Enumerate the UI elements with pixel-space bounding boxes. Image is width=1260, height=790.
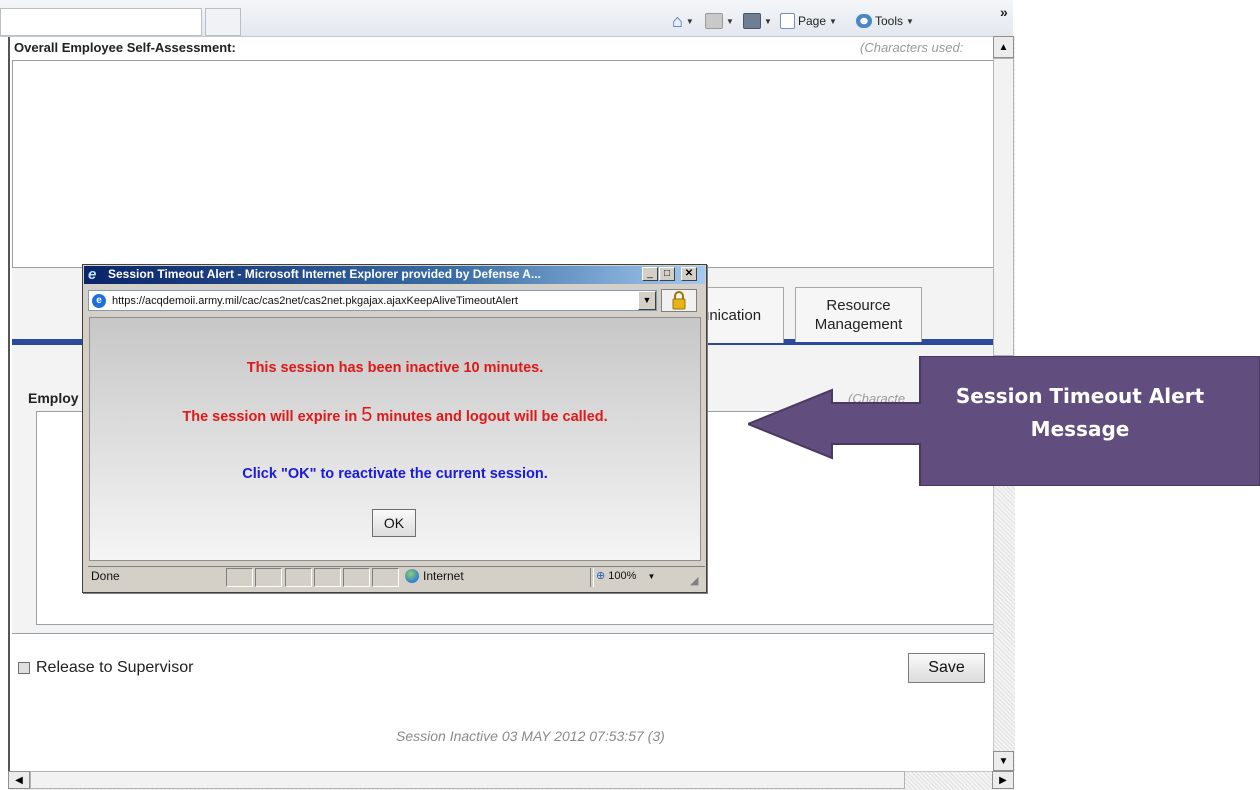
release-to-supervisor[interactable]: Release to Supervisor — [18, 659, 193, 677]
popup-address-bar[interactable]: e https://acqdemoii.army.mil/cac/cas2net… — [88, 290, 657, 311]
status-text: Done — [91, 569, 120, 583]
status-pane — [255, 568, 282, 587]
home-icon: ⌂ — [672, 10, 683, 31]
address-segment[interactable] — [0, 8, 202, 36]
lock-glyph — [672, 291, 686, 310]
popup-url: https://acqdemoii.army.mil/cac/cas2net/c… — [112, 294, 518, 307]
page-icon — [780, 13, 795, 29]
scroll-up-arrow-icon[interactable]: ▲ — [993, 36, 1014, 58]
tab-resource-label-line1: Resource — [826, 297, 891, 314]
page-menu-label: Page — [798, 14, 827, 28]
expire-message-pre: The session will expire in — [182, 409, 362, 425]
lock-icon[interactable] — [661, 289, 697, 312]
zone-label: Internet — [423, 569, 464, 583]
expire-message: The session will expire in 5 minutes and… — [89, 404, 701, 427]
chevron-down-icon: ▼ — [685, 16, 694, 26]
scroll-down-arrow-icon[interactable]: ▼ — [993, 751, 1014, 771]
self-assessment-label: Overall Employee Self-Assessment: — [14, 40, 236, 55]
tools-menu-label: Tools — [875, 14, 904, 28]
divider — [12, 633, 993, 634]
self-assessment-textarea[interactable] — [12, 60, 994, 268]
address-segment-small[interactable] — [205, 8, 241, 36]
globe-icon — [405, 569, 419, 583]
security-zone: Internet — [405, 569, 464, 583]
gear-icon — [856, 14, 872, 28]
address-dropdown-icon[interactable]: ▼ — [638, 291, 656, 310]
maximize-icon[interactable]: □ — [659, 267, 675, 281]
expire-message-post: minutes and logout will be called. — [372, 409, 608, 425]
callout-line2: Message — [1030, 417, 1130, 441]
page-menu[interactable]: Page ▼ — [780, 12, 837, 30]
feeds-button[interactable]: ▼ — [705, 12, 734, 30]
employee-section-label: Employ — [28, 390, 79, 406]
status-pane — [314, 568, 341, 587]
session-inactive-status: Session Inactive 03 MAY 2012 07:53:57 (3… — [396, 728, 665, 744]
minimize-icon[interactable]: _ — [642, 267, 658, 281]
print-icon — [743, 13, 761, 29]
scroll-left-arrow-icon[interactable]: ◀ — [8, 771, 30, 789]
release-checkbox[interactable] — [18, 662, 30, 674]
tab-communication-label: unication — [701, 307, 762, 324]
characters-used-counter: (Characters used: — [860, 40, 964, 55]
zoom-icon: ⊕ — [596, 570, 606, 582]
ie-logo-icon: e — [88, 266, 97, 283]
reactivate-message: Click "OK" to reactivate the current ses… — [242, 466, 548, 482]
scroll-right-arrow-icon[interactable]: ▶ — [992, 771, 1014, 789]
print-button[interactable]: ▼ — [743, 12, 772, 30]
zoom-level: 100% — [608, 570, 637, 582]
expire-minutes: 5 — [361, 404, 373, 426]
chevron-down-icon: ▼ — [764, 16, 772, 26]
tab-resource-management[interactable]: Resource Management — [795, 287, 922, 342]
ok-button[interactable]: OK — [372, 509, 416, 537]
inactive-message: This session has been inactive 10 minute… — [246, 360, 544, 376]
home-button[interactable]: ⌂ ▼ — [672, 10, 694, 31]
status-pane — [285, 568, 312, 587]
toolbar-overflow-icon[interactable]: » — [1000, 4, 1008, 20]
close-icon[interactable]: ✕ — [681, 267, 697, 281]
status-pane — [343, 568, 370, 587]
callout-label: Session Timeout Alert Message — [920, 380, 1240, 446]
tab-communication[interactable]: unication — [700, 287, 784, 343]
popup-title: Session Timeout Alert - Microsoft Intern… — [108, 267, 541, 281]
release-label: Release to Supervisor — [36, 659, 194, 676]
page-ie-icon: e — [92, 293, 106, 308]
feeds-icon — [705, 13, 723, 29]
tools-menu[interactable]: Tools ▼ — [856, 12, 914, 30]
vertical-scroll-thumb[interactable] — [993, 58, 1014, 356]
zoom-control[interactable]: ⊕ 100% ▼ — [596, 569, 655, 582]
status-pane — [372, 568, 399, 587]
tab-resource-label-line2: Management — [814, 316, 903, 333]
status-pane — [226, 568, 253, 587]
chevron-down-icon: ▼ — [726, 16, 734, 26]
status-divider — [590, 568, 594, 587]
chevron-down-icon: ▼ — [829, 16, 837, 26]
resize-grip-icon[interactable]: ◢ — [690, 574, 698, 587]
chevron-down-icon: ▼ — [906, 16, 914, 26]
save-button[interactable]: Save — [908, 653, 985, 683]
chevron-down-icon: ▼ — [647, 572, 656, 581]
callout-line1: Session Timeout Alert — [955, 384, 1205, 408]
horizontal-scroll-thumb[interactable] — [30, 771, 905, 789]
